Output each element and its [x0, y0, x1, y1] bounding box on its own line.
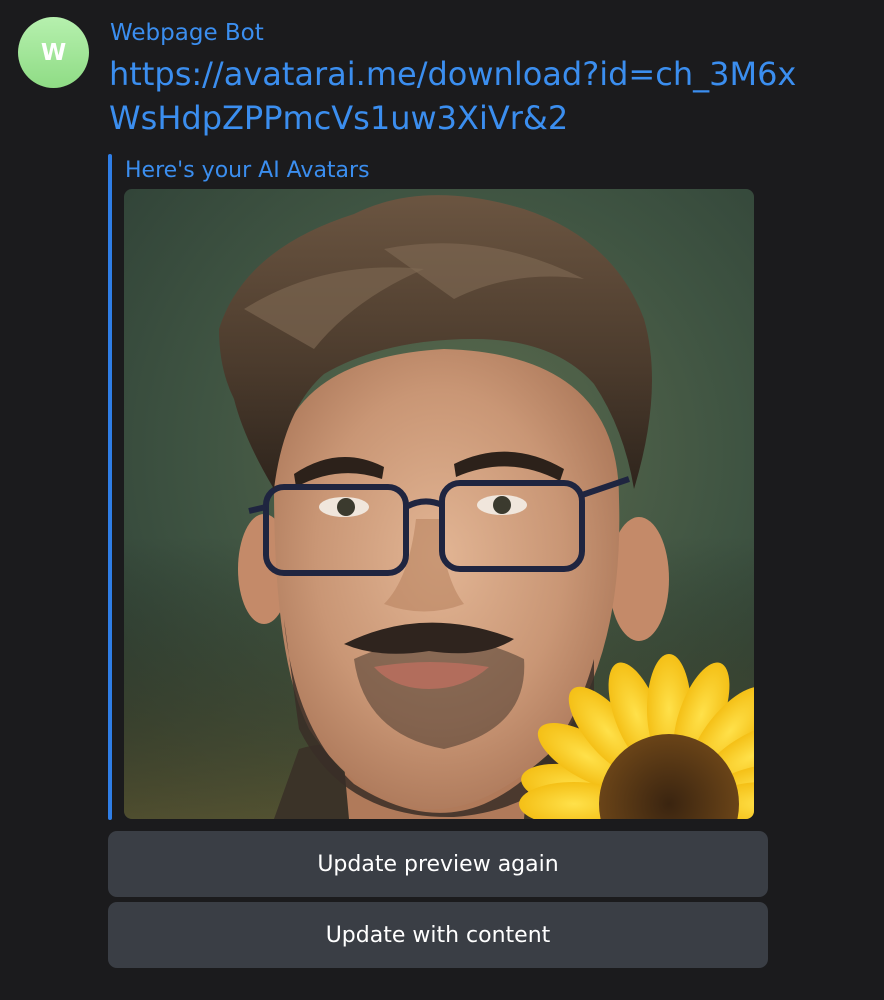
update-preview-again-button[interactable]: Update preview again	[108, 831, 768, 897]
sender-name[interactable]: Webpage Bot	[110, 18, 264, 48]
preview-title: Here's your AI Avatars	[125, 158, 370, 183]
update-with-content-button[interactable]: Update with content	[108, 902, 768, 968]
bot-avatar[interactable]: W	[18, 17, 89, 88]
link-preview[interactable]: Here's your AI Avatars	[108, 154, 768, 820]
preview-image[interactable]	[124, 189, 754, 819]
avatar-initial: W	[40, 39, 67, 66]
portrait-image	[124, 189, 754, 819]
message-link[interactable]: https://avatarai.me/download?id=ch_3M6xW…	[109, 52, 809, 140]
preview-accent-bar	[108, 154, 112, 820]
